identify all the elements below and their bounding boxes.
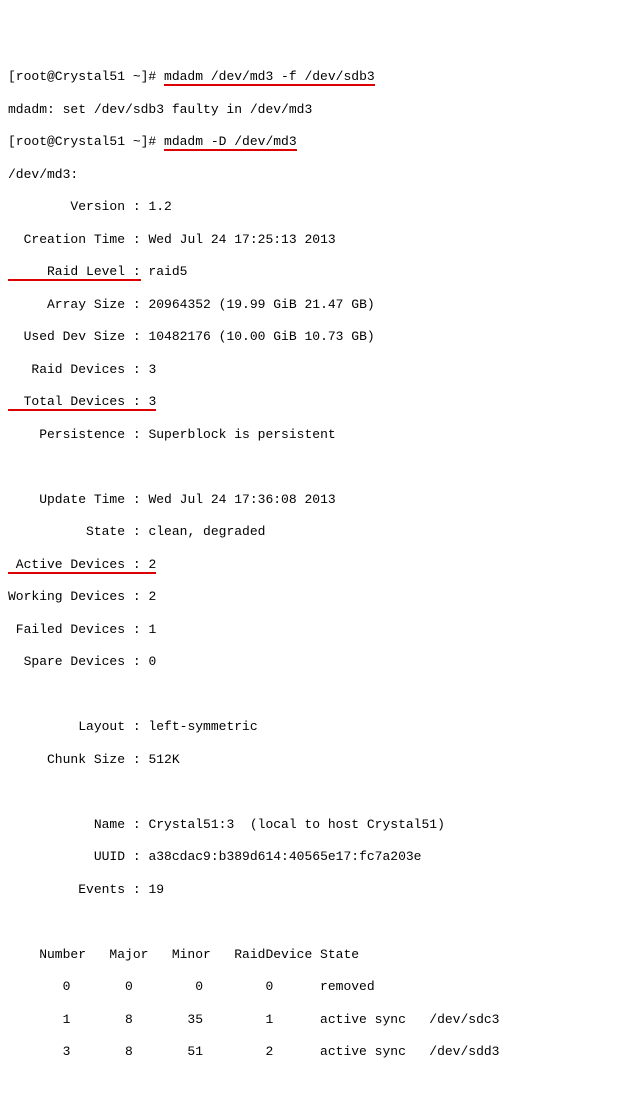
output-faulty-set: mdadm: set /dev/sdb3 faulty in /dev/md3	[8, 102, 611, 118]
kv-state: State : clean, degraded	[8, 524, 611, 540]
kv-key: Version :	[8, 199, 148, 214]
kv-key: Layout :	[8, 719, 148, 734]
kv-version: Version : 1.2	[8, 199, 611, 215]
table-row: 3 8 51 2 active sync /dev/sdd3	[8, 1044, 611, 1060]
table-header: Number Major Minor RaidDevice State	[8, 947, 611, 963]
kv-val: 20964352 (19.99 GiB 21.47 GB)	[148, 297, 374, 312]
blank	[8, 459, 611, 475]
kv-spare-devices: Spare Devices : 0	[8, 654, 611, 670]
kv-val: 19	[148, 882, 164, 897]
kv-key: Spare Devices :	[8, 654, 148, 669]
kv-key: Name :	[8, 817, 148, 832]
kv-val-total-devices: 3	[148, 394, 156, 411]
kv-val: left-symmetric	[148, 719, 257, 734]
kv-key: Working Devices :	[8, 589, 148, 604]
kv-key: Persistence :	[8, 427, 148, 442]
kv-key: Update Time :	[8, 492, 148, 507]
kv-val: 3	[148, 362, 156, 377]
prompt-line-2: [root@Crystal51 ~]# mdadm -D /dev/md3	[8, 134, 611, 150]
kv-val: 1.2	[148, 199, 171, 214]
blank	[8, 1077, 611, 1093]
kv-key: Failed Devices :	[8, 622, 148, 637]
device-header: /dev/md3:	[8, 167, 611, 183]
kv-val: Wed Jul 24 17:36:08 2013	[148, 492, 335, 507]
kv-key-active-devices: Active Devices :	[8, 557, 148, 574]
kv-layout: Layout : left-symmetric	[8, 719, 611, 735]
prompt-prefix: [root@Crystal51 ~]#	[8, 134, 164, 149]
kv-val: 2	[148, 589, 156, 604]
cmd-detail: mdadm -D /dev/md3	[164, 134, 297, 151]
kv-chunk-size: Chunk Size : 512K	[8, 752, 611, 768]
kv-key: Used Dev Size :	[8, 329, 148, 344]
kv-array-size: Array Size : 20964352 (19.99 GiB 21.47 G…	[8, 297, 611, 313]
kv-key-raid-level: Raid Level :	[8, 264, 141, 281]
prompt-line-1: [root@Crystal51 ~]# mdadm /dev/md3 -f /d…	[8, 69, 611, 85]
kv-val: a38cdac9:b389d614:40565e17:fc7a203e	[148, 849, 421, 864]
kv-key: UUID :	[8, 849, 148, 864]
table-row: 0 0 0 0 removed	[8, 979, 611, 995]
kv-name: Name : Crystal51:3 (local to host Crysta…	[8, 817, 611, 833]
kv-key: Array Size :	[8, 297, 148, 312]
blank	[8, 784, 611, 800]
kv-val: 512K	[148, 752, 179, 767]
table-row: 1 8 35 1 active sync /dev/sdc3	[8, 1012, 611, 1028]
kv-val: clean, degraded	[148, 524, 265, 539]
kv-active-devices: Active Devices : 2	[8, 557, 611, 573]
kv-key: State :	[8, 524, 148, 539]
kv-val-active-devices: 2	[148, 557, 156, 574]
kv-key: Creation Time :	[8, 232, 148, 247]
kv-val: Superblock is persistent	[148, 427, 335, 442]
kv-val: raid5	[141, 264, 188, 279]
kv-creation-time: Creation Time : Wed Jul 24 17:25:13 2013	[8, 232, 611, 248]
kv-val: Wed Jul 24 17:25:13 2013	[148, 232, 335, 247]
kv-key: Chunk Size :	[8, 752, 148, 767]
kv-working-devices: Working Devices : 2	[8, 589, 611, 605]
kv-failed-devices: Failed Devices : 1	[8, 622, 611, 638]
blank	[8, 687, 611, 703]
kv-raid-level: Raid Level : raid5	[8, 264, 611, 280]
kv-val: 1	[148, 622, 156, 637]
blank	[8, 914, 611, 930]
kv-persistence: Persistence : Superblock is persistent	[8, 427, 611, 443]
prompt-prefix: [root@Crystal51 ~]#	[8, 69, 164, 84]
kv-key-total-devices: Total Devices :	[8, 394, 148, 411]
kv-val: 0	[148, 654, 156, 669]
kv-val: 10482176 (10.00 GiB 10.73 GB)	[148, 329, 374, 344]
kv-raid-devices: Raid Devices : 3	[8, 362, 611, 378]
kv-used-dev-size: Used Dev Size : 10482176 (10.00 GiB 10.7…	[8, 329, 611, 345]
kv-update-time: Update Time : Wed Jul 24 17:36:08 2013	[8, 492, 611, 508]
kv-total-devices: Total Devices : 3	[8, 394, 611, 410]
kv-uuid: UUID : a38cdac9:b389d614:40565e17:fc7a20…	[8, 849, 611, 865]
cmd-fault: mdadm /dev/md3 -f /dev/sdb3	[164, 69, 375, 86]
kv-key: Events :	[8, 882, 148, 897]
kv-events: Events : 19	[8, 882, 611, 898]
kv-key: Raid Devices :	[8, 362, 148, 377]
kv-val: Crystal51:3 (local to host Crystal51)	[148, 817, 444, 832]
